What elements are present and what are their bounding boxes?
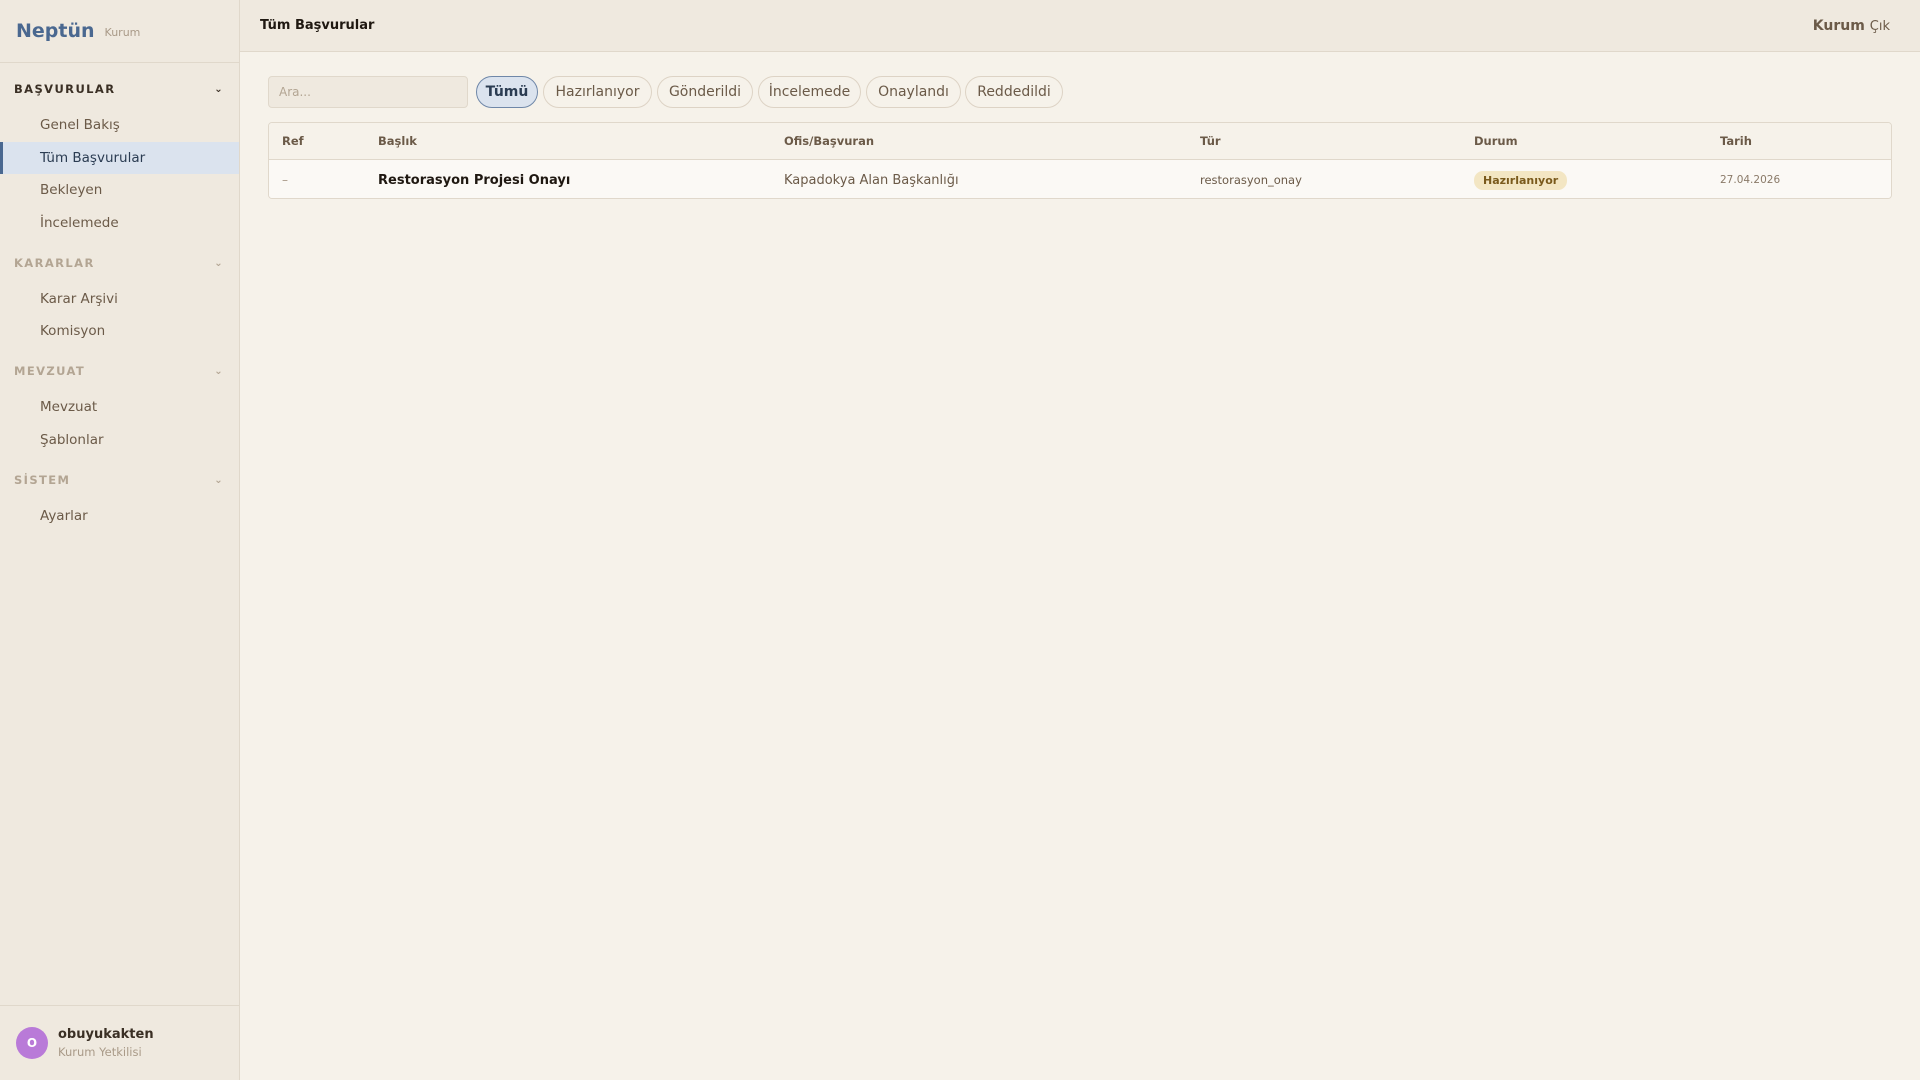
logout-link[interactable]: Çık [1870, 19, 1890, 34]
cell-status: Hazırlanıyor [1474, 160, 1568, 198]
cell-title[interactable]: Restorasyon Projesi Onayı [378, 160, 570, 198]
sidebar-item-tum-basvurular[interactable]: Tüm Başvurular [0, 142, 239, 174]
brand-subtitle: Kurum [104, 26, 141, 39]
column-header-ref[interactable]: Ref [282, 123, 304, 159]
section-label: KARARLAR [14, 256, 95, 270]
cell-type: restorasyon_onay [1200, 173, 1302, 187]
brand[interactable]: Neptün Kurum [0, 0, 239, 63]
status-badge: Hazırlanıyor [1474, 170, 1568, 190]
sidebar-item-karar-arsivi[interactable]: Karar Arşivi [0, 283, 239, 315]
chevron-down-icon: ⌄ [214, 365, 224, 377]
cell-date: 27.04.2026 [1720, 174, 1781, 186]
filter-chip-reddedildi[interactable]: Reddedildi [965, 76, 1063, 108]
section-sistem[interactable]: SİSTEM ⌄ [0, 468, 240, 492]
section-label: BAŞVURULAR [14, 82, 116, 96]
sidebar-item-incelemede[interactable]: İncelemede [0, 207, 239, 239]
chevron-down-icon: ⌄ [214, 83, 224, 95]
filter-chip-onaylandi[interactable]: Onaylandı [866, 76, 961, 108]
brand-name[interactable]: Neptün [16, 20, 95, 42]
column-header-date[interactable]: Tarih [1720, 123, 1752, 159]
filter-chip-gonderildi[interactable]: Gönderildi [657, 76, 753, 108]
sidebar-item-genel-bakis[interactable]: Genel Bakış [0, 109, 239, 141]
user-name: obuyukakten [58, 1027, 154, 1042]
section-label: SİSTEM [14, 473, 71, 487]
user-profile[interactable]: O obuyukakten Kurum Yetkilisi [0, 1005, 240, 1080]
sidebar-item-ayarlar[interactable]: Ayarlar [0, 500, 239, 532]
search-input[interactable] [268, 76, 468, 108]
column-header-status[interactable]: Durum [1474, 123, 1518, 159]
sidebar-item-mevzuat[interactable]: Mevzuat [0, 391, 239, 423]
applications-table: Ref Başlık Ofis/Başvuran Tür Durum Tarih… [268, 122, 1892, 199]
sidebar-item-bekleyen[interactable]: Bekleyen [0, 174, 239, 206]
org-name: Kurum [1812, 17, 1865, 34]
section-mevzuat[interactable]: MEVZUAT ⌄ [0, 359, 240, 383]
cell-applicant: Kapadokya Alan Başkanlığı [784, 172, 959, 188]
sidebar-item-sablonlar[interactable]: Şablonlar [0, 424, 239, 456]
chevron-down-icon: ⌄ [214, 474, 224, 486]
column-header-type[interactable]: Tür [1200, 123, 1221, 159]
column-header-applicant[interactable]: Ofis/Başvuran [784, 123, 874, 159]
section-basvurular[interactable]: BAŞVURULAR ⌄ [0, 77, 240, 101]
chevron-down-icon: ⌄ [214, 257, 224, 269]
filter-chip-tumu[interactable]: Tümü [476, 76, 538, 108]
section-kararlar[interactable]: KARARLAR ⌄ [0, 251, 240, 275]
sidebar-item-komisyon[interactable]: Komisyon [0, 315, 239, 347]
top-header: Tüm Başvurular Kurum Çık [240, 0, 1920, 52]
filter-chip-hazirlaniyor[interactable]: Hazırlanıyor [543, 76, 652, 108]
sidebar: Neptün Kurum BAŞVURULAR ⌄ Genel Bakış Tü… [0, 0, 240, 1080]
avatar: O [16, 1027, 48, 1059]
table-row[interactable]: – Restorasyon Projesi Onayı Kapadokya Al… [269, 160, 1891, 198]
table-header: Ref Başlık Ofis/Başvuran Tür Durum Tarih [269, 123, 1891, 160]
page-title: Tüm Başvurular [260, 18, 375, 33]
section-label: MEVZUAT [14, 364, 86, 378]
column-header-title[interactable]: Başlık [378, 123, 417, 159]
filter-chip-incelemede[interactable]: İncelemede [758, 76, 861, 108]
cell-ref: – [282, 173, 288, 187]
user-role: Kurum Yetkilisi [58, 1045, 142, 1059]
